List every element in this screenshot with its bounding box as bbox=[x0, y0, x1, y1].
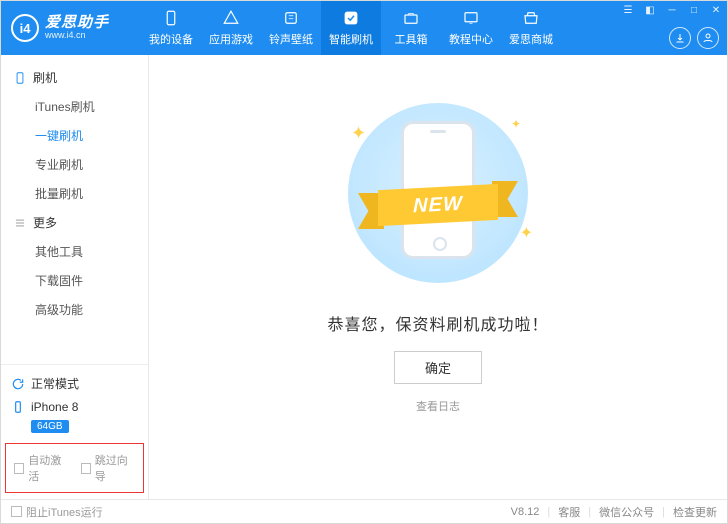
nav-item-device[interactable]: 我的设备 bbox=[141, 1, 201, 55]
status-bar: 阻止iTunes运行 V8.12 | 客服 | 微信公众号 | 检查更新 bbox=[1, 499, 727, 523]
nav-item-apps[interactable]: 应用游戏 bbox=[201, 1, 261, 55]
success-illustration: ✦ ✦ ✦ NEW bbox=[333, 93, 543, 293]
nav-label: 智能刷机 bbox=[329, 31, 373, 47]
device-mode-label: 正常模式 bbox=[31, 375, 79, 392]
sidebar-item[interactable]: 高级功能 bbox=[1, 295, 148, 324]
sidebar-item[interactable]: 下载固件 bbox=[1, 266, 148, 295]
sidebar-item[interactable]: iTunes刷机 bbox=[1, 92, 148, 121]
nav-label: 我的设备 bbox=[149, 31, 193, 47]
nav-label: 爱思商城 bbox=[509, 31, 553, 47]
new-ribbon: NEW bbox=[358, 187, 518, 231]
sidebar-item[interactable]: 其他工具 bbox=[1, 237, 148, 266]
nav-label: 教程中心 bbox=[449, 31, 493, 47]
sidebar-group-label: 更多 bbox=[33, 214, 57, 231]
window-controls: ☰ ◧ ─ □ ✕ bbox=[617, 1, 727, 19]
wechat-link[interactable]: 微信公众号 bbox=[599, 504, 654, 520]
success-message: 恭喜您，保资料刷机成功啦！ bbox=[327, 311, 548, 335]
block-itunes-checkbox[interactable]: 阻止iTunes运行 bbox=[11, 504, 103, 520]
nav-label: 工具箱 bbox=[395, 31, 428, 47]
nav-item-ringtone[interactable]: 铃声壁纸 bbox=[261, 1, 321, 55]
device-name: iPhone 8 bbox=[31, 400, 78, 414]
sparkle-icon: ✦ bbox=[520, 223, 533, 243]
sidebar: 刷机 iTunes刷机一键刷机专业刷机批量刷机 更多 其他工具下载固件高级功能 … bbox=[1, 55, 149, 499]
app-logo: i4 爱思助手 www.i4.cn bbox=[11, 14, 141, 42]
refresh-icon bbox=[11, 377, 25, 391]
sidebar-group-more[interactable]: 更多 bbox=[1, 208, 148, 237]
ribbon-text: NEW bbox=[413, 192, 463, 218]
user-button[interactable] bbox=[697, 27, 719, 49]
app-url: www.i4.cn bbox=[45, 31, 109, 41]
minimize-button[interactable]: ─ bbox=[661, 1, 683, 19]
download-button[interactable] bbox=[669, 27, 691, 49]
block-itunes-label: 阻止iTunes运行 bbox=[26, 504, 103, 520]
version-label: V8.12 bbox=[511, 506, 540, 518]
sparkle-icon: ✦ bbox=[351, 123, 366, 144]
device-icon bbox=[11, 400, 25, 414]
nav-label: 铃声壁纸 bbox=[269, 31, 313, 47]
support-link[interactable]: 客服 bbox=[558, 504, 580, 520]
nav-item-toolbox[interactable]: 工具箱 bbox=[381, 1, 441, 55]
nav-item-store[interactable]: 爱思商城 bbox=[501, 1, 561, 55]
nav-item-tutorial[interactable]: 教程中心 bbox=[441, 1, 501, 55]
main-content: ✦ ✦ ✦ NEW 恭喜您，保资料刷机成功啦！ 确定 查看日志 bbox=[149, 55, 727, 499]
sparkle-icon: ✦ bbox=[511, 117, 521, 131]
sidebar-group-label: 刷机 bbox=[33, 69, 57, 86]
maximize-button[interactable]: □ bbox=[683, 1, 705, 19]
view-log-link[interactable]: 查看日志 bbox=[416, 398, 460, 414]
sidebar-group-flash[interactable]: 刷机 bbox=[1, 63, 148, 92]
sidebar-item[interactable]: 一键刷机 bbox=[1, 121, 148, 150]
device-storage-badge: 64GB bbox=[31, 420, 69, 433]
nav-item-flash[interactable]: 智能刷机 bbox=[321, 1, 381, 55]
auto-activate-label: 自动激活 bbox=[28, 452, 68, 484]
app-header: i4 爱思助手 www.i4.cn 我的设备应用游戏铃声壁纸智能刷机 工具箱 教程中… bbox=[1, 1, 727, 55]
footer-options-box: 自动激活 跳过向导 bbox=[5, 443, 144, 493]
device-row[interactable]: iPhone 8 bbox=[11, 396, 138, 418]
check-update-link[interactable]: 检查更新 bbox=[673, 504, 717, 520]
skip-guide-checkbox[interactable]: 跳过向导 bbox=[81, 452, 136, 484]
ok-button[interactable]: 确定 bbox=[394, 351, 482, 384]
auto-activate-checkbox[interactable]: 自动激活 bbox=[14, 452, 69, 484]
app-title: 爱思助手 bbox=[45, 15, 109, 32]
device-mode-row[interactable]: 正常模式 bbox=[11, 371, 138, 396]
sidebar-item[interactable]: 专业刷机 bbox=[1, 150, 148, 179]
sidebar-item[interactable]: 批量刷机 bbox=[1, 179, 148, 208]
nav-label: 应用游戏 bbox=[209, 31, 253, 47]
skin-button[interactable]: ◧ bbox=[639, 1, 661, 19]
logo-badge: i4 bbox=[11, 14, 39, 42]
close-button[interactable]: ✕ bbox=[705, 1, 727, 19]
skip-guide-label: 跳过向导 bbox=[95, 452, 135, 484]
menu-button[interactable]: ☰ bbox=[617, 1, 639, 19]
